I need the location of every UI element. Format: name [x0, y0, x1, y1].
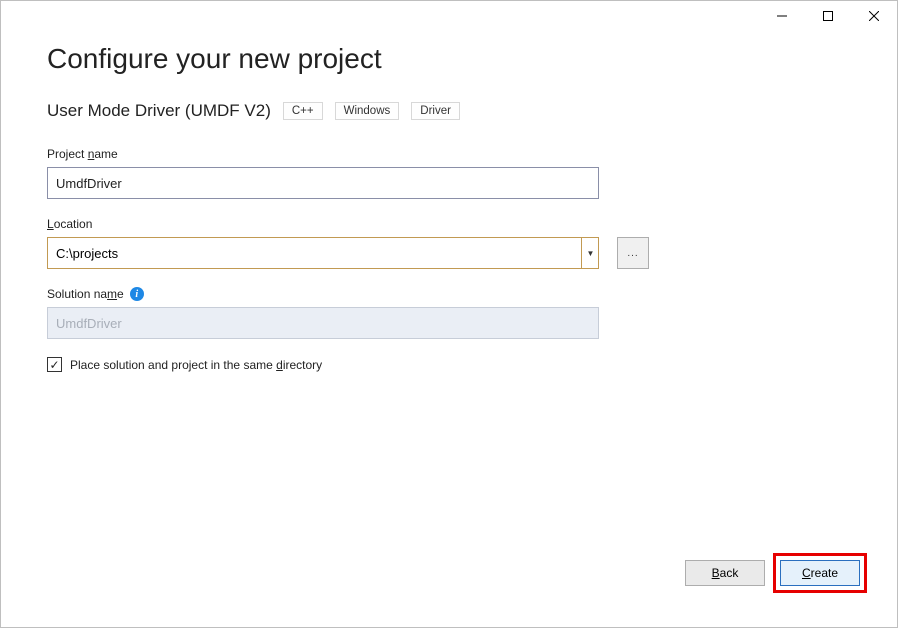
close-icon [869, 11, 879, 21]
create-highlight: Create [773, 553, 867, 593]
footer-buttons: Back Create [685, 553, 867, 593]
maximize-icon [823, 11, 833, 21]
same-directory-row[interactable]: ✓ Place solution and project in the same… [47, 357, 851, 372]
project-name-group: Project name [47, 147, 851, 199]
chevron-down-icon[interactable]: ▼ [581, 237, 599, 269]
create-button[interactable]: Create [780, 560, 860, 586]
close-button[interactable] [851, 1, 897, 31]
location-combo[interactable]: ▼ [47, 237, 599, 269]
project-name-input[interactable] [47, 167, 599, 199]
page-title: Configure your new project [47, 43, 851, 75]
content-area: Configure your new project User Mode Dri… [1, 31, 897, 372]
minimize-button[interactable] [759, 1, 805, 31]
template-tag: Windows [335, 102, 400, 120]
minimize-icon [777, 11, 787, 21]
dialog-window: Configure your new project User Mode Dri… [0, 0, 898, 628]
same-directory-label: Place solution and project in the same d… [70, 358, 322, 372]
location-group: Location ▼ ... [47, 217, 851, 269]
browse-button[interactable]: ... [617, 237, 649, 269]
template-tag: C++ [283, 102, 323, 120]
same-directory-checkbox[interactable]: ✓ [47, 357, 62, 372]
back-button[interactable]: Back [685, 560, 765, 586]
solution-name-label: Solution name i [47, 287, 851, 301]
template-tag: Driver [411, 102, 460, 120]
template-info-row: User Mode Driver (UMDF V2) C++ Windows D… [47, 101, 851, 121]
maximize-button[interactable] [805, 1, 851, 31]
titlebar [1, 1, 897, 31]
solution-name-input: UmdfDriver [47, 307, 599, 339]
template-name: User Mode Driver (UMDF V2) [47, 101, 271, 121]
location-label: Location [47, 217, 851, 231]
solution-name-group: Solution name i UmdfDriver [47, 287, 851, 339]
location-input[interactable] [47, 237, 599, 269]
info-icon[interactable]: i [130, 287, 144, 301]
project-name-label: Project name [47, 147, 851, 161]
